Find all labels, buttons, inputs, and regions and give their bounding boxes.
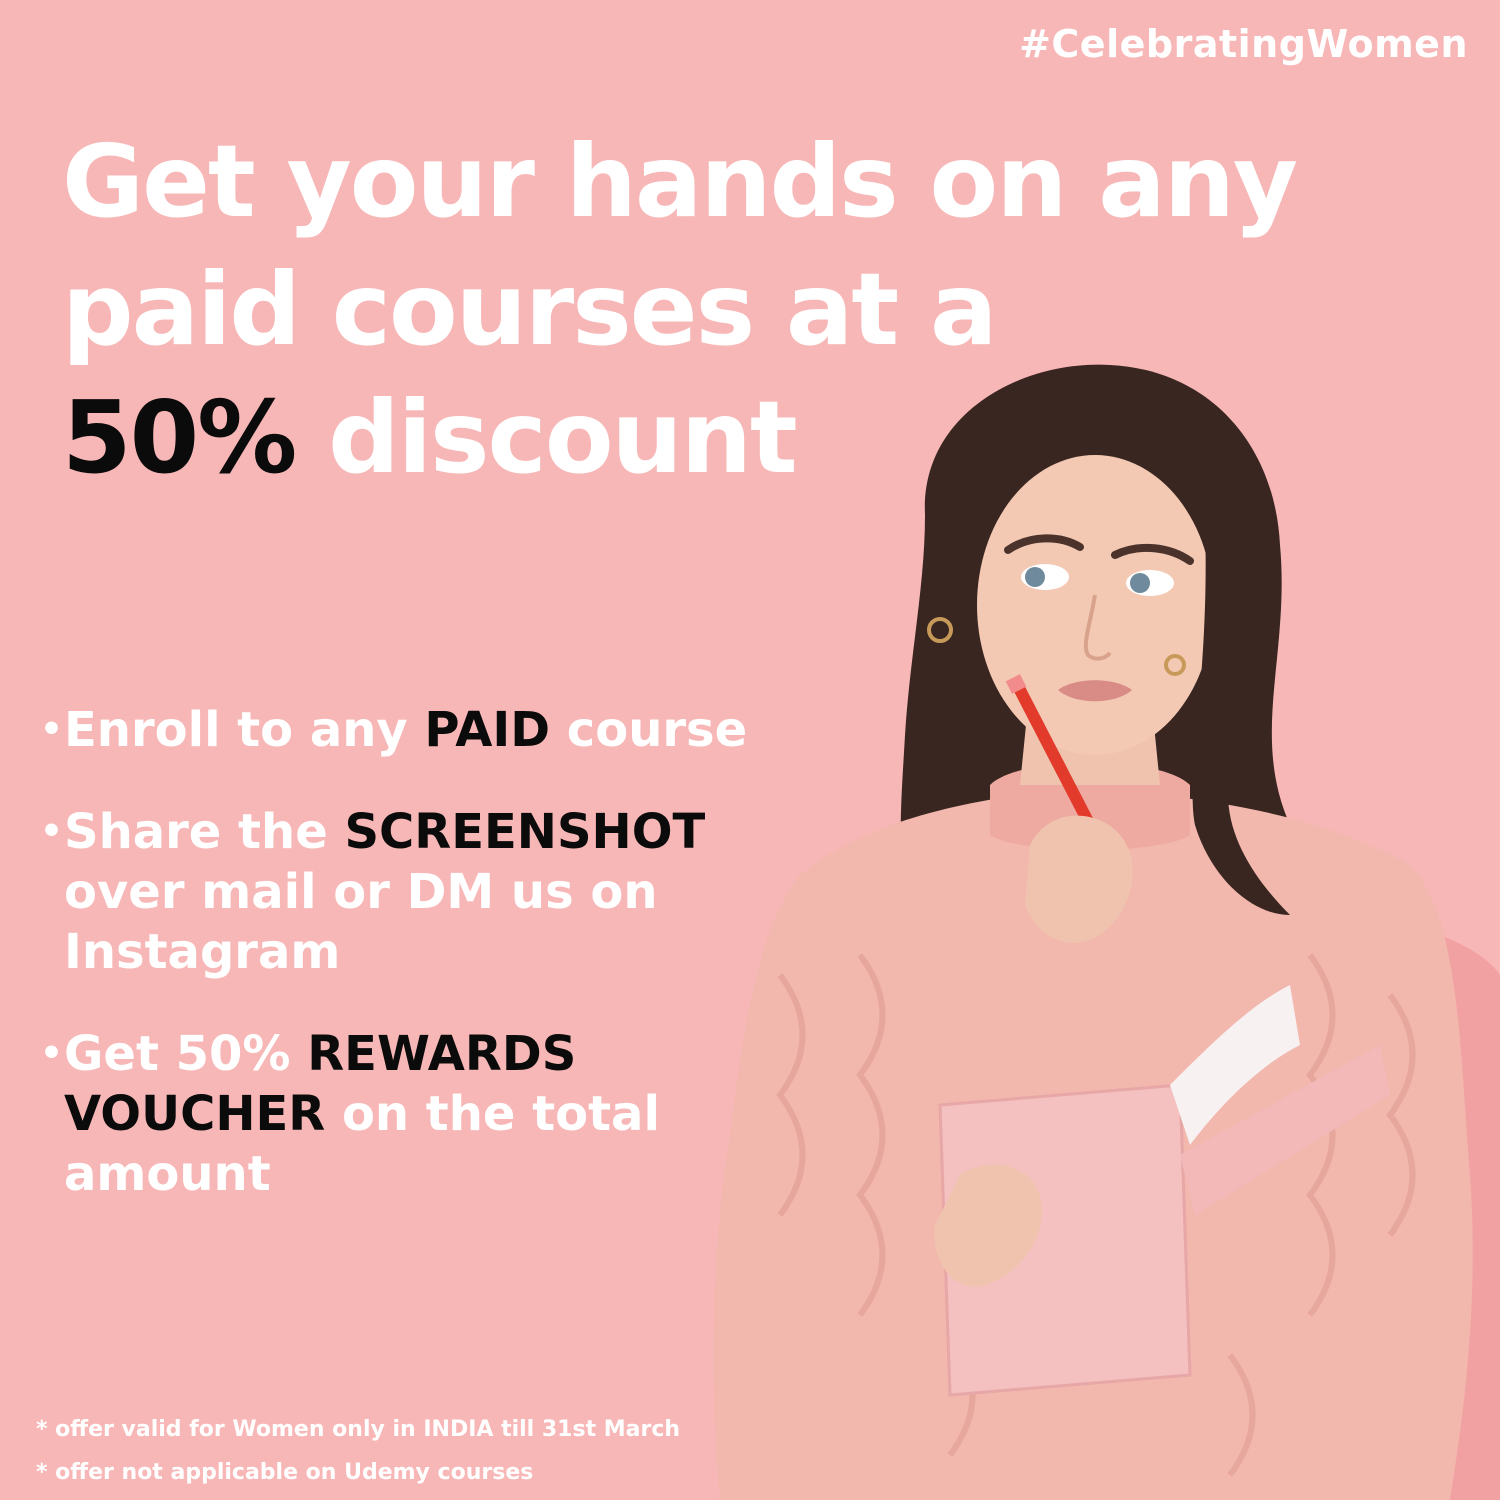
step-text: over mail or DM us on Instagram: [64, 864, 658, 980]
step-share: • Share the SCREENSHOT over mail or DM us…: [40, 802, 760, 982]
hashtag: #CelebratingWomen: [1019, 22, 1468, 66]
step-reward: • Get 50% REWARDS VOUCHER on the total am…: [40, 1024, 760, 1204]
woman-with-notebook-photo: [713, 364, 1500, 1500]
discount-percent: 50%: [62, 379, 297, 496]
step-text: Share the: [64, 804, 345, 860]
step-text: course: [550, 702, 748, 758]
bullet-dot: •: [40, 811, 64, 852]
step-text: Enroll to any: [64, 702, 425, 758]
right-iris: [1130, 573, 1150, 593]
step-highlight: PAID: [424, 702, 551, 758]
promo-poster: #CelebratingWomen Get your hands on any …: [0, 0, 1500, 1500]
fine-print-line: * offer valid for Women only in INDIA ti…: [36, 1417, 681, 1442]
step-text: Get 50%: [64, 1026, 308, 1082]
step-highlight: SCREENSHOT: [344, 804, 706, 860]
step-enroll: • Enroll to any PAID course: [40, 700, 760, 760]
bullet-dot: •: [40, 709, 64, 750]
fine-print-line: * offer not applicable on Udemy courses: [36, 1460, 534, 1485]
bullet-dot: •: [40, 1033, 64, 1074]
left-iris: [1025, 567, 1045, 587]
headline-line-1: Get your hands on any: [62, 123, 1298, 240]
steps-list: • Enroll to any PAID course • Share the SC…: [40, 700, 760, 1246]
fine-print: * offer valid for Women only in INDIA ti…: [36, 1408, 680, 1494]
